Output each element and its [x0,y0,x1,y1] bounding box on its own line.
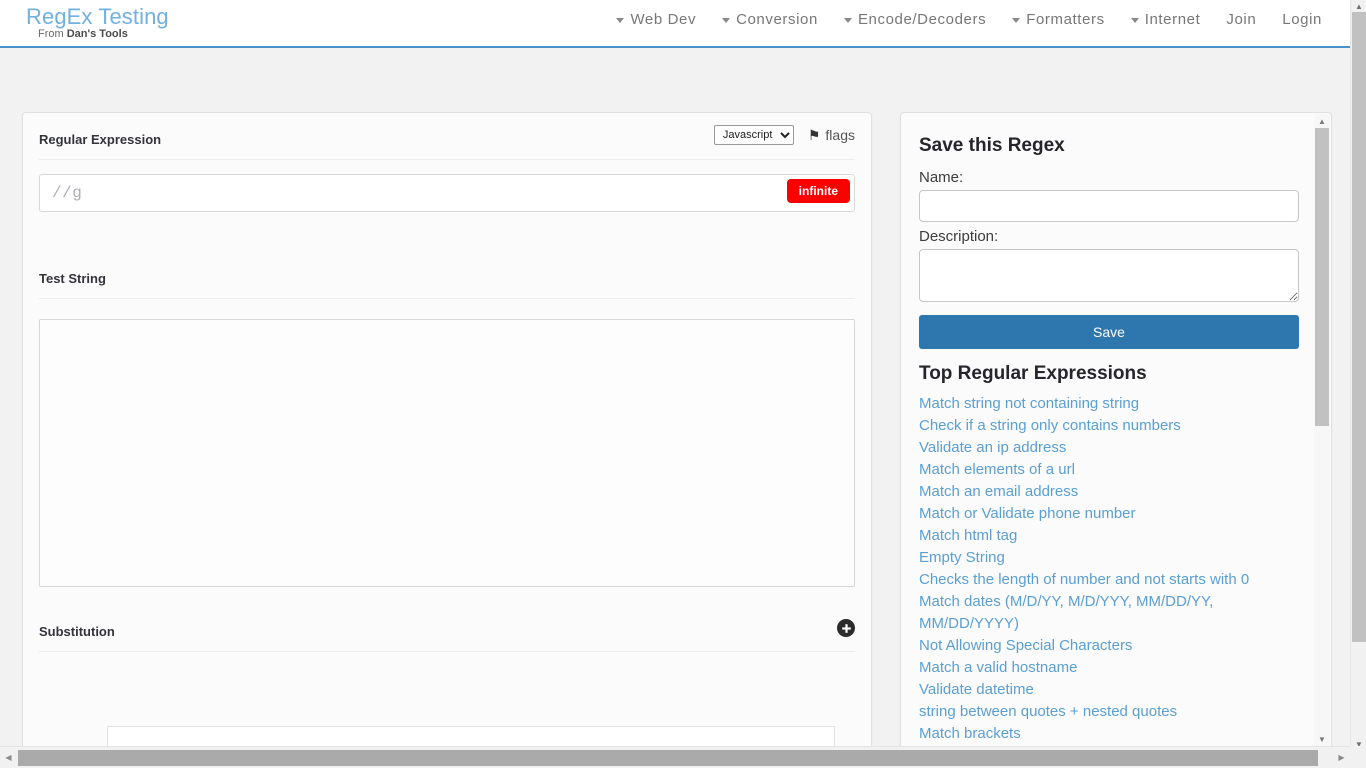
site-header: RegEx Testing From Dan's Tools Web Dev C… [0,0,1350,48]
list-item[interactable]: Validate an ip address [919,437,1277,459]
page-content: RegEx Testing From Dan's Tools Web Dev C… [0,0,1350,746]
advertisement-banner[interactable]: 1-on-1 Live Coding Classes OPEN ⓘ ✕ [107,726,835,746]
nav-item-internet[interactable]: Internet [1130,11,1201,28]
name-field[interactable] [919,190,1299,222]
save-regex-title: Save this Regex [919,135,1065,156]
nav-item-join[interactable]: Join [1226,11,1256,28]
nav-item-encode-decoders[interactable]: Encode/Decoders [843,11,987,28]
list-item[interactable]: Match a valid hostname [919,657,1277,679]
description-label: Description: [919,228,999,245]
test-string-label: Test String [39,271,106,286]
nav-label: Login [1282,11,1322,28]
substitution-section-header: Substitution [39,619,855,652]
list-item[interactable]: Empty String [919,547,1277,569]
browser-horizontal-scrollbar[interactable]: ◀ ▶ [0,746,1366,768]
test-string-input[interactable] [39,319,855,587]
match-count-badge[interactable]: infinite [786,179,850,203]
list-item[interactable]: Match dates (M/D/YY, M/D/YYY, MM/DD/YY, … [919,591,1277,635]
regex-editor-card: Regular Expression Javascript ⚑ flags //… [22,112,872,746]
nav-label: Conversion [736,11,818,28]
list-item[interactable]: Validate datetime [919,679,1277,701]
nav-item-login[interactable]: Login [1282,11,1322,28]
scrollbar-thumb[interactable] [1315,128,1329,426]
nav-label: Formatters [1026,11,1105,28]
nav-label: Web Dev [630,11,697,28]
sidebar-card: Save this Regex Name: Description: Save … [900,112,1332,746]
main-region: Regular Expression Javascript ⚑ flags //… [0,48,1350,746]
brand-subtitle-prefix: From [38,28,67,40]
list-item[interactable]: Match string not containing string [919,393,1277,415]
save-button[interactable]: Save [919,315,1299,349]
scroll-right-icon[interactable]: ▶ [1333,747,1350,768]
chevron-down-icon [1130,18,1139,23]
scroll-up-icon[interactable]: ▲ [1314,114,1330,128]
chevron-down-icon [1012,18,1021,23]
sidebar-scroll-content: Save this Regex Name: Description: Save … [901,113,1315,746]
nav-item-conversion[interactable]: Conversion [722,11,818,28]
list-item[interactable]: Match an email address [919,481,1277,503]
list-item[interactable]: Checks the length of number and not star… [919,569,1277,591]
description-field[interactable] [919,249,1299,302]
scroll-down-icon[interactable]: ▼ [1314,732,1330,746]
chevron-down-icon [722,18,731,23]
browser-vertical-scrollbar[interactable]: ▲ ▼ [1350,0,1366,752]
language-select[interactable]: Javascript [713,125,794,145]
list-item[interactable]: Match elements of a url [919,459,1277,481]
regular-expression-label: Regular Expression [39,132,162,147]
flags-label: flags [825,127,855,143]
browser-scrollbar-corner [1350,746,1366,768]
regular-expression-section-header: Regular Expression Javascript ⚑ flags [39,113,855,160]
name-label: Name: [919,169,964,186]
scrollbar-thumb[interactable] [1352,12,1366,642]
nav-item-formatters[interactable]: Formatters [1012,11,1105,28]
test-string-section-header: Test String [39,252,855,299]
list-item[interactable]: string between quotes + nested quotes [919,701,1277,723]
scrollbar-thumb[interactable] [18,750,1318,766]
nav-item-web-dev[interactable]: Web Dev [616,11,696,28]
list-item[interactable]: Check if a string only contains numbers [919,415,1277,437]
brand-subtitle: From Dan's Tools [26,28,169,40]
flags-button[interactable]: ⚑ flags [808,127,855,143]
substitution-label: Substitution [39,624,115,639]
flag-icon: ⚑ [807,127,821,143]
sidebar-vertical-scrollbar[interactable]: ▲ ▼ [1314,114,1330,746]
brand-subtitle-bold: Dan's Tools [66,28,128,40]
chevron-down-icon [616,18,625,23]
list-item[interactable]: Match brackets [919,723,1277,745]
nav-label: Encode/Decoders [857,11,987,28]
top-navigation: Web Dev Conversion Encode/Decoders Forma… [616,11,1322,28]
brand-logo[interactable]: RegEx Testing From Dan's Tools [26,4,169,40]
chevron-down-icon [843,18,852,23]
scroll-left-icon[interactable]: ◀ [0,747,17,768]
top-regular-expressions-title: Top Regular Expressions [919,363,1147,384]
list-item[interactable]: Not Allowing Special Characters [919,635,1277,657]
regex-input[interactable]: //g [40,184,82,202]
nav-label: Internet [1144,11,1201,28]
brand-title: RegEx Testing [26,4,169,29]
list-item[interactable]: Match or Validate phone number [919,503,1277,525]
regular-expression-input-row[interactable]: //g infinite [39,174,855,212]
top-regex-list: Match string not containing string Check… [919,393,1293,745]
list-item[interactable]: Match html tag [919,525,1277,547]
regex-controls: Javascript ⚑ flags [713,125,855,145]
add-substitution-icon[interactable] [837,619,855,637]
browser-viewport: RegEx Testing From Dan's Tools Web Dev C… [0,0,1366,768]
nav-label: Join [1226,11,1257,28]
